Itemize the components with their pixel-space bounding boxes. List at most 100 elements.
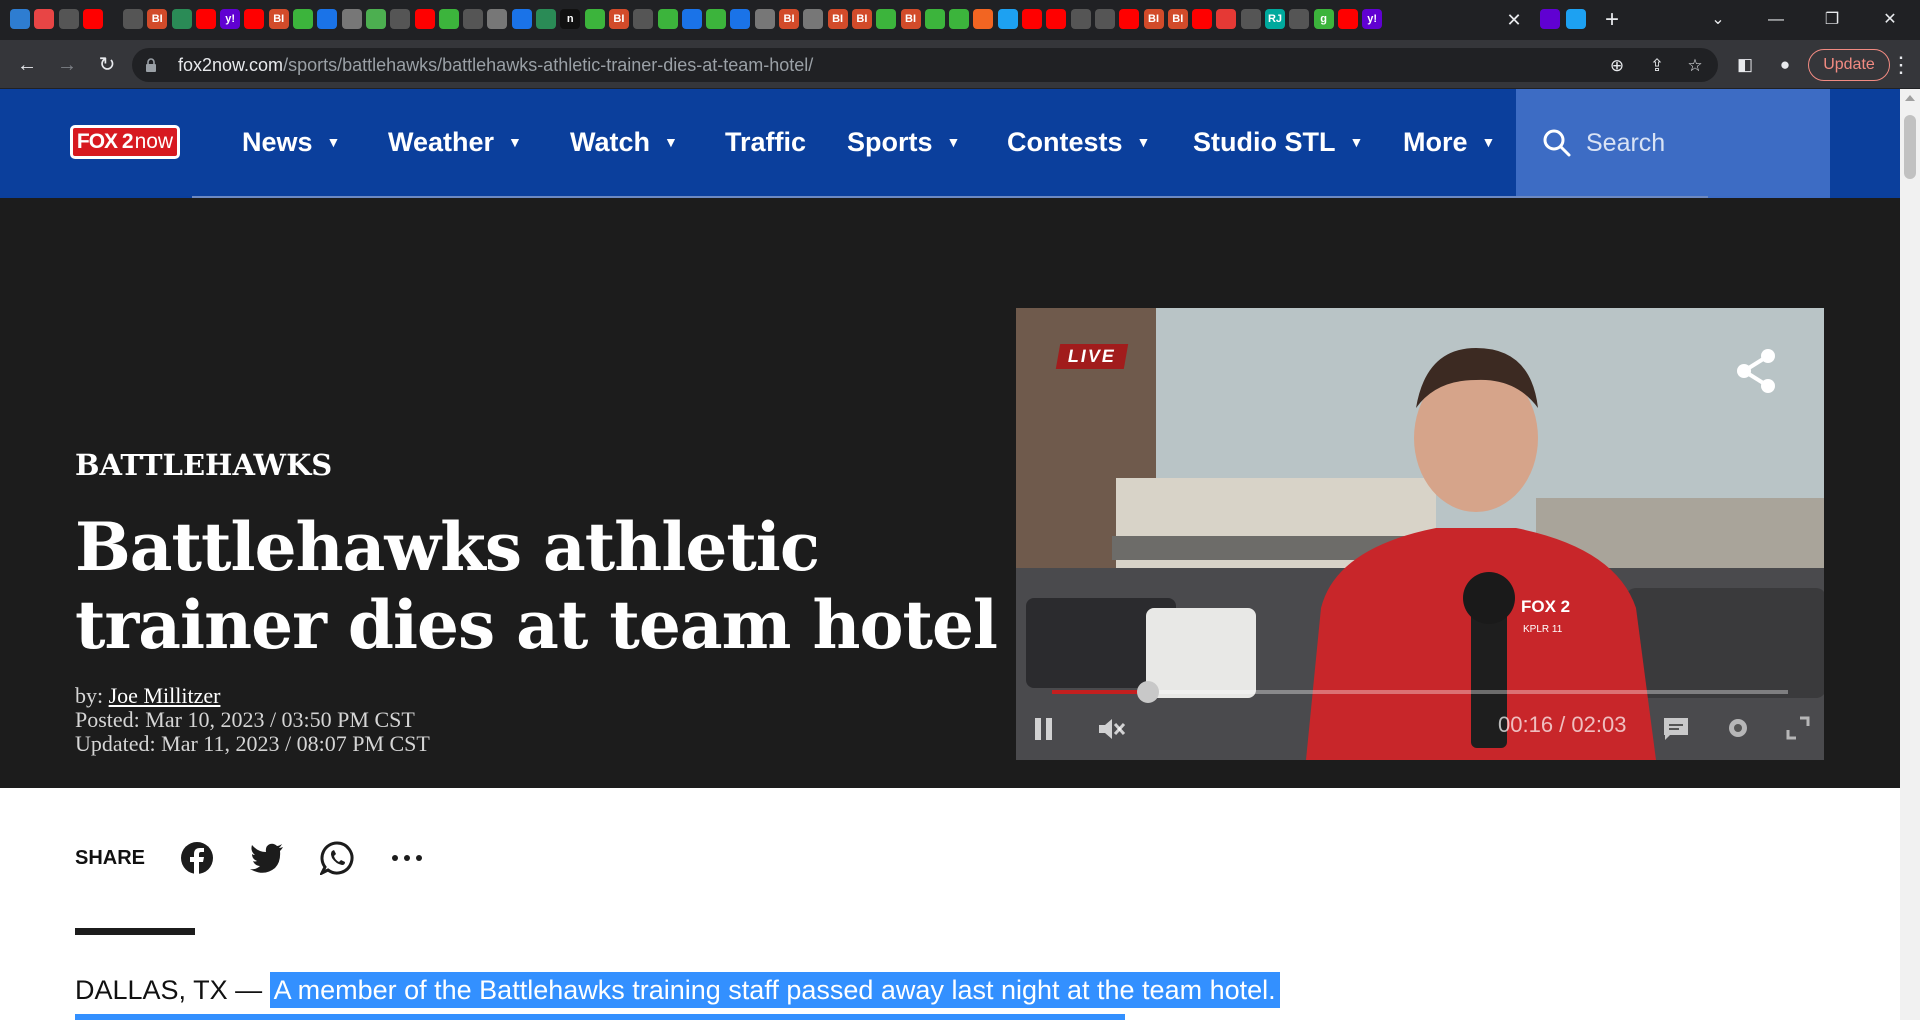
globe-icon[interactable] [1289, 9, 1310, 29]
globe-icon[interactable] [10, 9, 30, 29]
bookmark-star-icon[interactable]: ☆ [1684, 55, 1706, 77]
youtube-icon[interactable] [1046, 9, 1067, 29]
video-player[interactable]: FOX 2 KPLR 11 LIVE 00:16 / 02:03 [1016, 308, 1824, 760]
globe-icon[interactable] [58, 9, 79, 29]
update-button[interactable]: Update [1808, 49, 1890, 81]
shield-icon[interactable] [681, 9, 702, 29]
rj-icon[interactable]: RJ [1265, 9, 1285, 29]
yahoo-mail-icon[interactable] [1540, 9, 1560, 29]
bi-icon[interactable]: BI [851, 9, 872, 29]
play-icon[interactable] [438, 9, 459, 29]
globe-icon[interactable] [1094, 9, 1115, 29]
more-options-icon[interactable] [389, 840, 425, 876]
fox2now-logo[interactable]: FOX 2 now [70, 125, 180, 159]
fullscreen-icon[interactable] [1786, 716, 1810, 740]
globe-icon[interactable] [1070, 9, 1091, 29]
forward-icon[interactable]: → [52, 50, 82, 80]
minimize-icon[interactable]: — [1752, 4, 1800, 36]
address-bar[interactable]: fox2now.com/sports/battlehawks/battlehaw… [132, 48, 1718, 82]
app-icon[interactable] [34, 9, 55, 29]
bi-icon[interactable]: BI [1143, 9, 1164, 29]
url-text[interactable]: fox2now.com/sports/battlehawks/battlehaw… [178, 48, 813, 82]
nav-item-contests[interactable]: Contests ▼ [1007, 127, 1150, 157]
globe-icon[interactable] [171, 9, 192, 29]
settings-gear-icon[interactable] [1724, 714, 1752, 742]
youtube-icon[interactable] [1192, 9, 1213, 29]
nav-item-watch[interactable]: Watch ▼ [570, 127, 678, 157]
globe-icon[interactable] [536, 9, 556, 29]
bookmark-icon[interactable] [973, 9, 994, 29]
browser-menu-icon[interactable]: ⋮ [1890, 52, 1912, 78]
bi-icon[interactable]: BI [1167, 9, 1188, 29]
pause-icon[interactable] [1032, 716, 1056, 742]
play-icon[interactable] [293, 9, 313, 29]
site-search[interactable]: Search [1516, 89, 1830, 198]
youtube-icon[interactable] [82, 9, 103, 29]
play-icon[interactable] [876, 9, 897, 29]
restore-icon[interactable]: ❐ [1808, 4, 1856, 36]
back-icon[interactable]: ← [12, 50, 42, 80]
nav-item-traffic[interactable]: Traffic [725, 127, 806, 157]
new-tab-button[interactable]: + [1598, 6, 1626, 34]
facebook-icon[interactable] [179, 840, 215, 876]
nav-item-sports[interactable]: Sports ▼ [847, 127, 960, 157]
youtube-icon[interactable] [414, 9, 435, 29]
scroll-up-arrow-icon[interactable] [1905, 95, 1915, 101]
play-icon[interactable] [487, 9, 508, 29]
youtube-icon[interactable] [244, 9, 265, 29]
bi-icon[interactable]: BI [900, 9, 921, 29]
globe-icon[interactable] [633, 9, 654, 29]
twitter-icon[interactable] [249, 840, 285, 876]
play-icon[interactable] [706, 9, 727, 29]
globe-icon[interactable] [1240, 9, 1261, 29]
author-link[interactable]: Joe Millitzer [109, 683, 221, 708]
play-icon[interactable] [924, 9, 945, 29]
doc-icon[interactable] [803, 9, 824, 29]
yahoo-icon[interactable]: y! [1362, 9, 1383, 29]
search-icon[interactable] [730, 9, 751, 29]
scrollbar-thumb[interactable] [1904, 115, 1916, 179]
globe-icon[interactable] [122, 9, 143, 29]
app-icon[interactable] [1216, 9, 1237, 29]
nav-item-news[interactable]: News ▼ [242, 127, 340, 157]
youtube-icon[interactable] [1337, 9, 1358, 29]
video-scrub-handle[interactable] [1136, 681, 1159, 703]
nav-item-weather[interactable]: Weather ▼ [388, 127, 522, 157]
g-icon[interactable]: g [1313, 9, 1334, 29]
bi-icon[interactable]: BI [779, 9, 799, 29]
grid-icon[interactable] [365, 9, 386, 29]
youtube-icon[interactable] [1022, 9, 1042, 29]
video-progress-bar[interactable] [1052, 681, 1788, 703]
twitter-icon[interactable] [997, 9, 1018, 29]
bi-icon[interactable]: BI [827, 9, 848, 29]
muted-volume-icon[interactable] [1096, 714, 1126, 744]
selected-text[interactable]: A member of the Battlehawks training sta… [269, 972, 1280, 1008]
youtube-icon[interactable] [195, 9, 216, 29]
play-icon[interactable] [657, 9, 678, 29]
globe-icon[interactable] [463, 9, 484, 29]
play-icon[interactable] [754, 9, 775, 29]
globe-icon[interactable] [390, 9, 411, 29]
search-input[interactable]: Search [1586, 127, 1665, 159]
share-icon[interactable] [1732, 346, 1782, 396]
side-panel-icon[interactable]: ◧ [1734, 54, 1756, 76]
lock-icon[interactable] [146, 58, 156, 72]
bi-icon[interactable]: BI [608, 9, 629, 29]
page-scrollbar[interactable] [1900, 89, 1920, 1020]
yahoo-icon[interactable]: y! [220, 9, 241, 29]
play-icon[interactable] [584, 9, 605, 29]
play-icon[interactable] [341, 9, 362, 29]
profile-icon[interactable]: ● [1774, 54, 1796, 76]
twitter-icon[interactable] [1566, 9, 1586, 29]
tab-search-icon[interactable]: ⌄ [1694, 4, 1742, 36]
window-close-icon[interactable]: ✕ [1866, 4, 1914, 36]
bi-icon[interactable]: BI [268, 9, 289, 29]
share-page-icon[interactable]: ⇪ [1646, 55, 1668, 77]
reload-icon[interactable]: ↻ [92, 50, 122, 80]
article-category[interactable]: BATTLEHAWKS [75, 448, 332, 482]
nav-item-more[interactable]: More ▼ [1403, 127, 1495, 157]
nav-item-studio-stl[interactable]: Studio STL ▼ [1193, 127, 1363, 157]
bi-icon[interactable]: BI [147, 9, 168, 29]
n-icon[interactable]: n [560, 9, 581, 29]
search-icon[interactable] [1542, 128, 1572, 158]
